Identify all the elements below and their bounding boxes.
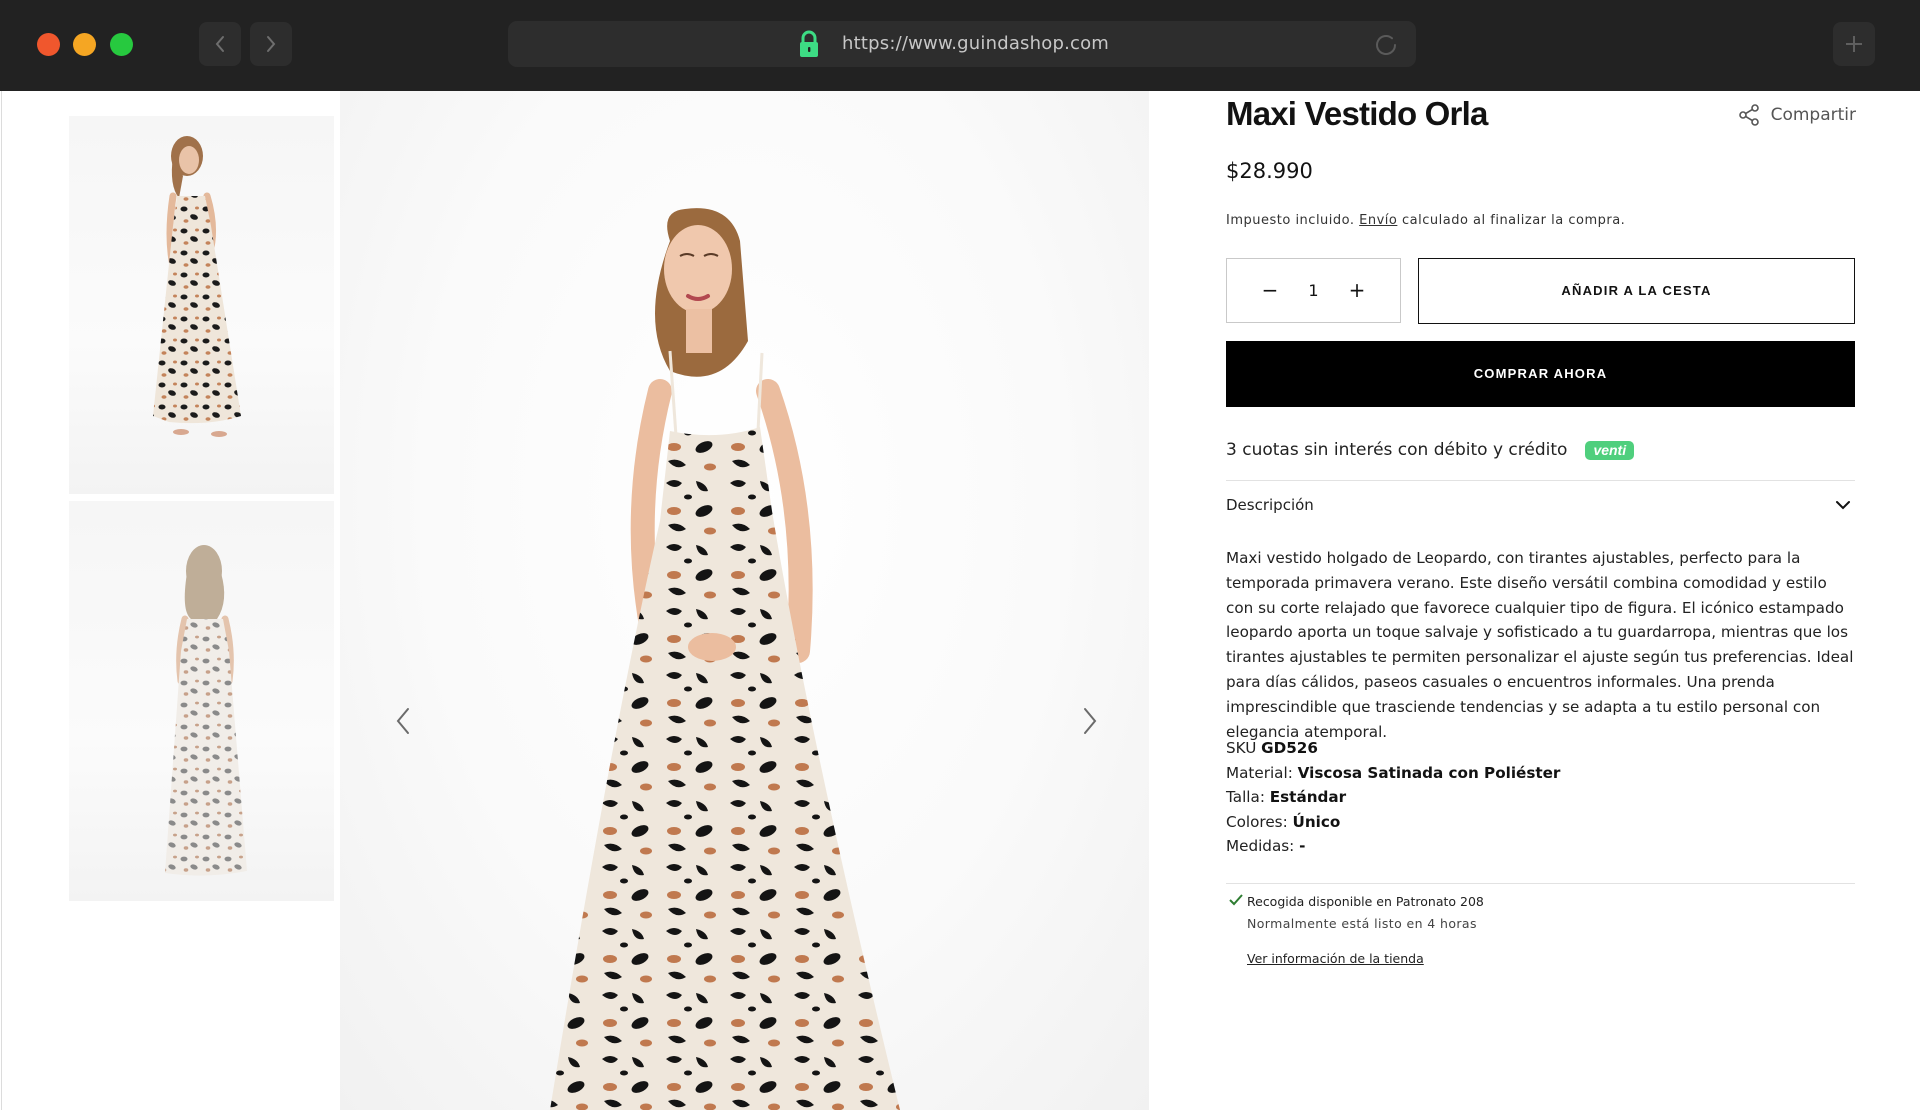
add-to-cart-button[interactable]: AÑADIR A LA CESTA: [1418, 258, 1855, 324]
forward-button[interactable]: [250, 22, 292, 66]
previous-image-arrow-icon[interactable]: [391, 701, 415, 741]
quantity-increase-button[interactable]: +: [1332, 259, 1382, 322]
pickup-ready-text: Normalmente está listo en 4 horas: [1247, 916, 1477, 931]
back-button[interactable]: [199, 22, 241, 66]
share-icon: [1738, 104, 1759, 126]
buy-now-button[interactable]: COMPRAR AHORA: [1226, 341, 1855, 407]
address-bar-url[interactable]: https://www.guindashop.com: [842, 21, 1109, 67]
product-title: Maxi Vestido Orla: [1226, 95, 1488, 132]
new-tab-icon: [1846, 36, 1862, 52]
tax-prefix: Impuesto incluido.: [1226, 213, 1355, 228]
leopard-dress-front-thumbnail[interactable]: [69, 116, 334, 494]
maximize-window-button[interactable]: [110, 33, 133, 56]
quantity-decrease-button[interactable]: −: [1245, 259, 1295, 322]
chevron-down-icon: [1836, 501, 1850, 510]
quantity-stepper: − 1 +: [1226, 258, 1401, 323]
leopard-dress-back-thumbnail[interactable]: [69, 501, 334, 901]
tax-notice: Impuesto incluido. Envío calculado al fi…: [1226, 213, 1625, 228]
product-specs: SKU GD526 Material: Viscosa Satinada con…: [1226, 736, 1560, 859]
store-info-link[interactable]: Ver información de la tienda: [1247, 951, 1424, 966]
back-icon: [215, 36, 224, 52]
quantity-input[interactable]: 1: [1308, 259, 1318, 322]
new-tab-button[interactable]: [1833, 22, 1875, 66]
description-label: Descripción: [1226, 496, 1314, 514]
share-label: Compartir: [1770, 105, 1856, 125]
next-image-arrow-icon[interactable]: [1078, 701, 1102, 741]
lock-icon: [800, 30, 818, 57]
share-button[interactable]: Compartir: [1737, 103, 1856, 127]
venti-badge: venti: [1585, 440, 1635, 460]
checkmark-icon: [1229, 894, 1243, 906]
spec-colores: Colores: Único: [1226, 812, 1341, 831]
spec-sku: SKU GD526: [1226, 739, 1318, 757]
close-window-button[interactable]: [37, 33, 60, 56]
pickup-available-text: Recogida disponible en Patronato 208: [1247, 894, 1484, 909]
address-bar[interactable]: https://www.guindashop.com: [508, 21, 1416, 67]
installments-text: 3 cuotas sin interés con débito y crédit…: [1226, 440, 1568, 460]
forward-icon: [267, 36, 276, 52]
tax-suffix: calculado al finalizar la compra.: [1402, 213, 1626, 228]
shipping-link[interactable]: Envío: [1359, 213, 1397, 228]
product-description: Maxi vestido holgado de Leopardo, con ti…: [1226, 549, 1854, 741]
minimize-window-button[interactable]: [73, 33, 96, 56]
spec-talla: Talla: Estándar: [1226, 788, 1347, 807]
product-page: Maxi Vestido Orla Compartir $28.990 Impu…: [1, 91, 1920, 1110]
browser-toolbar: https://www.guindashop.com: [0, 0, 1920, 91]
description-accordion-toggle[interactable]: Descripción: [1226, 481, 1855, 531]
browser-window: https://www.guindashop.com Maxi Vestido …: [0, 0, 1920, 1110]
installments-info: 3 cuotas sin interés con débito y crédit…: [1226, 440, 1635, 460]
reload-icon[interactable]: [1372, 31, 1400, 59]
spec-medidas: Medidas: -: [1226, 837, 1306, 856]
product-price: $28.990: [1226, 159, 1313, 183]
spec-material: Material: Viscosa Satinada con Poliéster: [1226, 763, 1561, 782]
divider: [1226, 883, 1855, 884]
leopard-maxi-dress-photo: [340, 91, 1149, 1110]
